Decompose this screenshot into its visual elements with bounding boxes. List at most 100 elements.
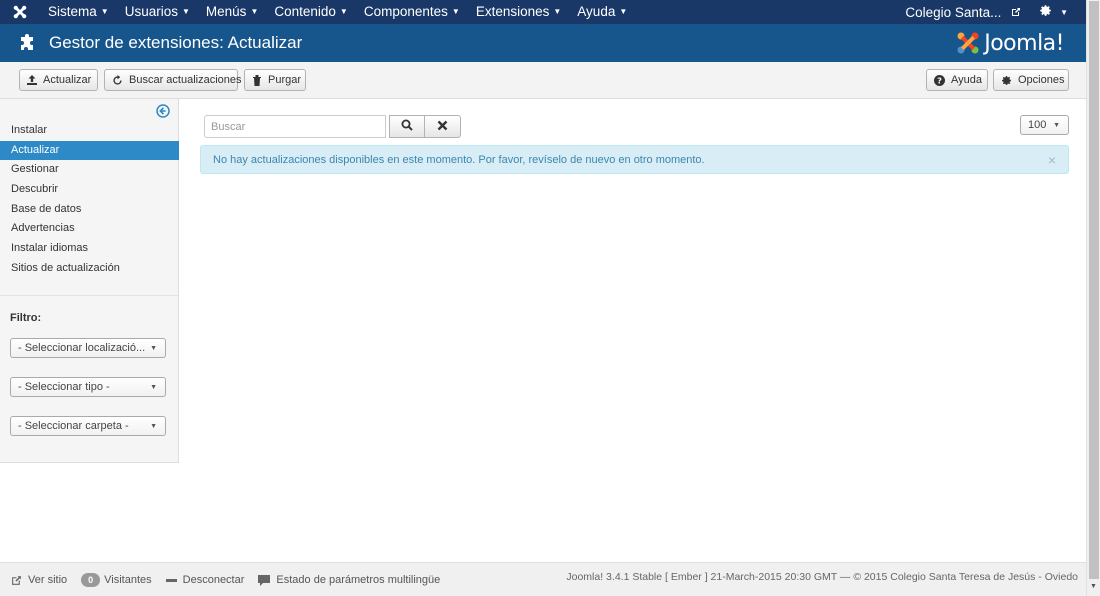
menu-label: Componentes: [363, 4, 448, 19]
toolbar: Actualizar Buscar actualizaciones Purgar…: [0, 62, 1086, 99]
sidebar-item-base-de-datos[interactable]: Base de datos: [0, 200, 179, 220]
view-site-link[interactable]: Ver sitio: [11, 574, 67, 586]
filter-folder-value: - Seleccionar carpeta -: [18, 420, 129, 432]
caret-down-icon: ▼: [181, 7, 190, 16]
external-link-icon: [11, 575, 22, 586]
menu-sistema[interactable]: Sistema ▼: [40, 0, 117, 24]
joomla-logo-icon: [957, 32, 979, 54]
caret-down-icon: ▼: [339, 7, 348, 16]
filter-folder-select[interactable]: - Seleccionar carpeta - ▼: [10, 416, 166, 436]
menu-label: Ayuda: [577, 4, 616, 19]
menu-ayuda[interactable]: Ayuda ▼: [569, 0, 635, 24]
menu-menus[interactable]: Menús ▼: [198, 0, 266, 24]
sidebar-item-descubrir[interactable]: Descubrir: [0, 180, 179, 200]
brand-text: Joomla!: [984, 30, 1064, 56]
main-menu: Sistema ▼ Usuarios ▼ Menús ▼ Contenido ▼ Com…: [40, 0, 635, 24]
trash-icon: [252, 74, 262, 86]
site-label: Colegio Santa...: [905, 4, 1002, 20]
visitors-status: 0 Visitantes: [81, 573, 152, 587]
visitors-label: Visitantes: [104, 574, 152, 586]
upload-icon: [27, 75, 37, 85]
filter-heading: Filtro:: [10, 312, 42, 324]
site-link[interactable]: Colegio Santa...: [895, 5, 1031, 20]
purge-button[interactable]: Purgar: [244, 69, 306, 91]
options-button[interactable]: Opciones: [993, 69, 1069, 91]
dropdown-arrow-icon: ▼: [1053, 121, 1060, 129]
menu-label: Usuarios: [124, 4, 178, 19]
clear-search-button[interactable]: [424, 115, 461, 138]
help-button[interactable]: ? Ayuda: [926, 69, 988, 91]
page-title: Gestor de extensiones: Actualizar: [49, 33, 303, 52]
scroll-down-arrow-icon[interactable]: ▼: [1090, 583, 1097, 590]
multilang-status-label: Estado de parámetros multilingüe: [276, 574, 441, 586]
purge-label: Purgar: [268, 74, 302, 86]
footer-left: Ver sitio 0 Visitantes Desconectar Estad…: [11, 573, 454, 587]
joomla-logo: Joomla!: [956, 31, 1064, 56]
caret-down-icon: ▼: [1060, 8, 1068, 17]
filter-location-value: - Seleccionar localizació...: [18, 342, 146, 354]
list-limit-value: 100: [1028, 119, 1047, 131]
menu-label: Contenido: [274, 4, 336, 19]
menu-label: Menús: [205, 4, 247, 19]
svg-text:?: ?: [937, 75, 942, 85]
top-navbar: Sistema ▼ Usuarios ▼ Menús ▼ Contenido ▼ Com…: [0, 0, 1086, 24]
list-limit-select[interactable]: 100 ▼: [1020, 115, 1069, 135]
view-site-label: Ver sitio: [28, 574, 68, 586]
menu-extensiones[interactable]: Extensiones ▼: [468, 0, 569, 24]
update-button[interactable]: Actualizar: [19, 69, 98, 91]
close-icon: [437, 120, 448, 134]
menu-usuarios[interactable]: Usuarios ▼: [117, 0, 198, 24]
page-header: Gestor de extensiones: Actualizar Joomla…: [0, 24, 1086, 62]
menu-label: Sistema: [48, 4, 97, 19]
caret-down-icon: ▼: [553, 7, 562, 16]
sidebar-item-instalar-idiomas[interactable]: Instalar idiomas: [0, 239, 179, 259]
sidebar-item-gestionar[interactable]: Gestionar: [0, 160, 179, 180]
minus-icon: [165, 578, 177, 582]
settings-menu[interactable]: ▼: [1031, 4, 1086, 20]
sidebar-item-instalar[interactable]: Instalar: [0, 121, 179, 141]
options-label: Opciones: [1018, 74, 1065, 86]
logout-label: Desconectar: [182, 574, 245, 586]
search-icon: [401, 119, 413, 134]
logout-link[interactable]: Desconectar: [165, 574, 245, 586]
filter-type-value: - Seleccionar tipo -: [18, 381, 110, 393]
gear-icon: [1001, 75, 1012, 86]
caret-down-icon: ▼: [100, 7, 109, 16]
dropdown-arrow-icon: ▼: [150, 383, 157, 391]
find-updates-label: Buscar actualizaciones: [129, 74, 242, 86]
visitors-badge: 0: [81, 573, 101, 587]
sidebar-item-sitios-actualizacion[interactable]: Sitios de actualización: [0, 259, 179, 279]
close-icon[interactable]: ×: [1048, 152, 1056, 168]
dropdown-arrow-icon: ▼: [150, 344, 157, 352]
search-button[interactable]: [389, 115, 425, 138]
update-label: Actualizar: [43, 74, 92, 86]
alert-message: No hay actualizaciones disponibles en es…: [213, 153, 705, 166]
dropdown-arrow-icon: ▼: [150, 422, 157, 430]
sidebar-item-advertencias[interactable]: Advertencias: [0, 219, 179, 239]
multilang-status-link[interactable]: Estado de parámetros multilingüe: [258, 574, 440, 586]
caret-down-icon: ▼: [451, 7, 460, 16]
find-updates-button[interactable]: Buscar actualizaciones: [104, 69, 242, 91]
question-circle-icon: ?: [934, 74, 945, 86]
collapse-sidebar-icon[interactable]: [156, 104, 170, 118]
menu-componentes[interactable]: Componentes ▼: [356, 0, 468, 24]
help-label: Ayuda: [951, 74, 982, 86]
external-link-icon: [1011, 7, 1021, 20]
vertical-scrollbar[interactable]: ▼: [1086, 0, 1100, 596]
menu-contenido[interactable]: Contenido ▼: [266, 0, 355, 24]
sidebar-menu: Instalar Actualizar Gestionar Descubrir …: [0, 121, 179, 279]
copyright-text: Joomla! 3.4.1 Stable [ Ember ] 21-March-…: [566, 571, 1078, 583]
refresh-icon: [112, 74, 123, 86]
comment-icon: [258, 574, 271, 586]
sidebar-item-actualizar[interactable]: Actualizar: [0, 140, 179, 161]
search-input[interactable]: Buscar: [204, 115, 386, 138]
menu-label: Extensiones: [475, 4, 550, 19]
caret-down-icon: ▼: [619, 7, 628, 16]
filter-location-select[interactable]: - Seleccionar localizació... ▼: [10, 338, 166, 358]
gear-icon: [1039, 4, 1056, 20]
navbar-right: Colegio Santa... ▼: [895, 0, 1086, 24]
sidebar: Instalar Actualizar Gestionar Descubrir …: [0, 99, 179, 463]
filter-type-select[interactable]: - Seleccionar tipo - ▼: [10, 377, 166, 397]
scrollbar-thumb[interactable]: [1089, 1, 1099, 579]
joomla-icon[interactable]: [0, 0, 40, 24]
